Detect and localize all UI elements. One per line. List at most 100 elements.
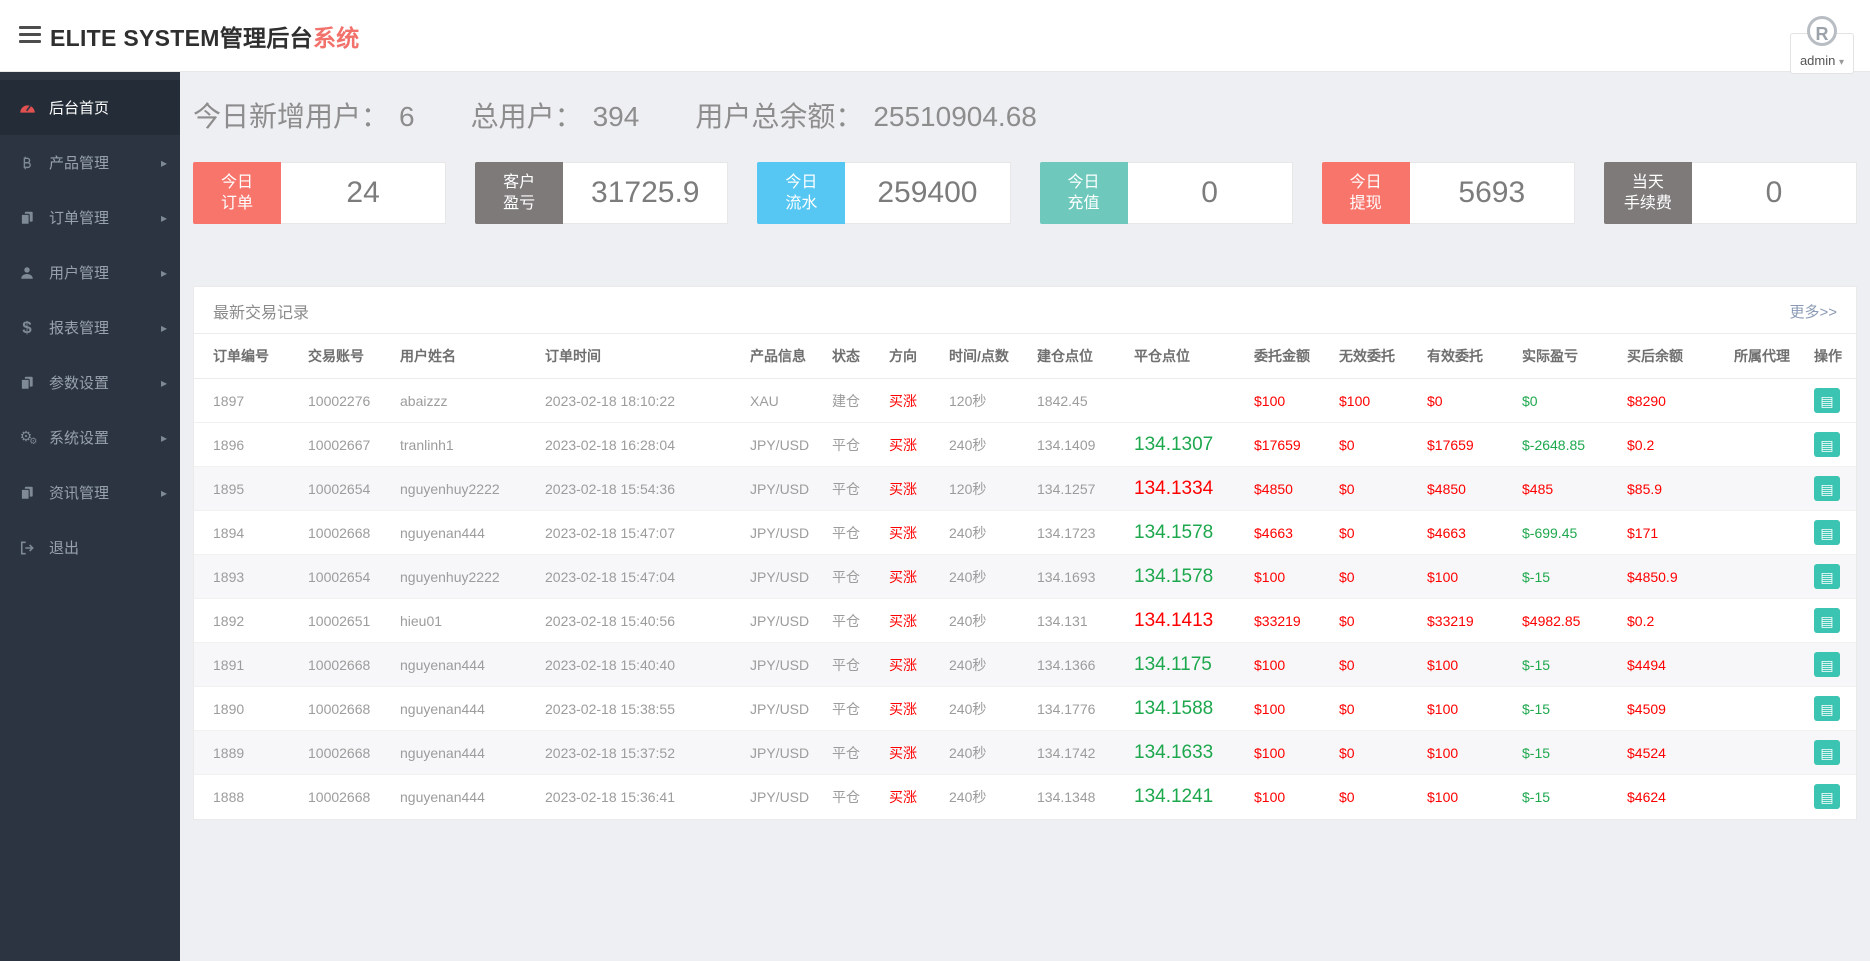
main-content: 今日新增用户： 6 总用户： 394 用户总余额： 25510904.68 今日 订单 24 客… — [180, 72, 1870, 961]
dashboard-icon — [16, 99, 38, 116]
cell-direction: 买涨 — [870, 686, 930, 731]
cell-account: 10002668 — [289, 730, 381, 775]
cell-open: 134.1693 — [1018, 554, 1115, 599]
table-row: 1895 10002654 nguyenhuy2222 2023-02-18 15:5… — [194, 466, 1856, 511]
cell-account: 10002276 — [308, 392, 371, 409]
cell-balance: $0.2 — [1608, 598, 1715, 643]
stat-card-today_withdraw: 今日 提现 5693 — [1321, 162, 1575, 224]
cell-close: 134.1578 — [1115, 510, 1235, 555]
chevron-right-icon: ▸ — [160, 155, 167, 170]
sidebar-item-orders[interactable]: 订单管理 ▸ — [0, 190, 180, 245]
table-header-row: 订单编号 交易账号 用户姓名 订单时间 产品信息 状态 方向 时间/点数 建仓点位 平仓点位 委托金… — [194, 333, 1856, 379]
sidebar-item-news[interactable]: 资讯管理 ▸ — [0, 465, 180, 520]
cell-action: ▤ — [1795, 466, 1856, 511]
panel-title: 最新交易记录 — [213, 305, 310, 322]
sidebar-item-reports[interactable]: $ 报表管理 ▸ — [0, 300, 180, 355]
chevron-right-icon: ▸ — [160, 265, 167, 280]
cell-time: 2023-02-18 15:38:55 — [526, 686, 731, 731]
cell-status: 建仓 — [832, 392, 860, 409]
sidebar-item-users[interactable]: 用户管理 ▸ — [0, 245, 180, 300]
cell-invalid: $0 — [1320, 774, 1408, 819]
files-icon — [16, 211, 38, 225]
row-detail-button[interactable]: ▤ — [1814, 520, 1840, 545]
cell-account: 10002668 — [289, 774, 381, 819]
cell-amount: $100 — [1254, 392, 1286, 409]
cell-open: 134.131 — [1018, 598, 1115, 643]
cell-order_id: 1895 — [194, 466, 289, 511]
more-link[interactable]: 更多>> — [1789, 301, 1837, 322]
row-detail-button[interactable]: ▤ — [1814, 608, 1840, 633]
user-menu[interactable]: R admin ▾ — [1790, 16, 1854, 74]
list-icon: ▤ — [1820, 612, 1834, 629]
cell-account: 10002651 — [289, 598, 381, 643]
cell-status: 平仓 — [813, 598, 870, 643]
sidebar-item-label: 资讯管理 — [49, 485, 110, 502]
row-detail-button[interactable]: ▤ — [1814, 652, 1840, 677]
cell-action: ▤ — [1795, 554, 1856, 599]
cell-agent — [1715, 379, 1795, 423]
cell-valid: $100 — [1408, 730, 1503, 775]
cell-open: 134.1348 — [1018, 774, 1115, 819]
cell-amount: $100 — [1235, 554, 1320, 599]
cell-time: 2023-02-18 15:36:41 — [526, 774, 731, 819]
row-detail-button[interactable]: ▤ — [1814, 740, 1840, 765]
cell-profit: $-15 — [1503, 642, 1608, 687]
cell-order_id: 1897 — [213, 392, 245, 409]
bitcoin-icon — [16, 156, 38, 170]
cell-valid: $100 — [1408, 642, 1503, 687]
cell-open: 134.1257 — [1018, 466, 1115, 511]
table-row: 1891 10002668 nguyenan444 2023-02-18 15:40:… — [194, 642, 1856, 687]
cell-duration: 240秒 — [930, 686, 1018, 731]
row-detail-button[interactable]: ▤ — [1814, 388, 1840, 413]
cell-amount: $17659 — [1235, 422, 1320, 467]
cell-name: nguyenan444 — [381, 730, 526, 775]
chevron-right-icon: ▸ — [160, 210, 167, 225]
sidebar-item-products[interactable]: 产品管理 ▸ — [0, 135, 180, 190]
summary-total_users: 总用户： 394 — [471, 95, 640, 135]
column-header: 订单时间 — [526, 333, 731, 379]
cell-direction: 买涨 — [870, 774, 930, 819]
cell-amount: $33219 — [1235, 598, 1320, 643]
cell-valid: $0 — [1427, 392, 1443, 409]
sidebar-item-logout[interactable]: 退出 — [0, 520, 180, 575]
cell-account: 10002668 — [289, 686, 381, 731]
column-header: 无效委托 — [1320, 333, 1408, 379]
table-row: 1889 10002668 nguyenan444 2023-02-18 15:37:… — [194, 730, 1856, 775]
column-header: 状态 — [813, 333, 870, 379]
row-detail-button[interactable]: ▤ — [1814, 476, 1840, 501]
cell-open: 134.1742 — [1018, 730, 1115, 775]
sidebar-item-params[interactable]: 参数设置 ▸ — [0, 355, 180, 410]
cell-action: ▤ — [1795, 422, 1856, 467]
cell-direction: 买涨 — [870, 466, 930, 511]
column-header: 实际盈亏 — [1503, 333, 1608, 379]
cell-open: 134.1776 — [1018, 686, 1115, 731]
table-row: 1896 10002667 tranlinh1 2023-02-18 16:28:04… — [194, 422, 1856, 467]
sidebar-item-system[interactable]: ⚙⚙ 系统设置 ▸ — [0, 410, 180, 465]
cell-product: JPY/USD — [731, 730, 813, 775]
chevron-right-icon: ▸ — [160, 375, 167, 390]
cell-duration: 240秒 — [930, 510, 1018, 555]
row-detail-button[interactable]: ▤ — [1814, 564, 1840, 589]
dollar-icon: $ — [22, 317, 32, 337]
table-row: 1890 10002668 nguyenan444 2023-02-18 15:38:… — [194, 686, 1856, 731]
cell-invalid: $0 — [1320, 466, 1408, 511]
cell-time: 2023-02-18 16:28:04 — [526, 422, 731, 467]
cell-direction: 买涨 — [870, 554, 930, 599]
cell-amount: $100 — [1235, 774, 1320, 819]
cell-order_id: 1892 — [194, 598, 289, 643]
hamburger-menu-icon[interactable] — [19, 26, 41, 47]
list-icon: ▤ — [1820, 480, 1834, 497]
cell-agent — [1715, 422, 1795, 467]
row-detail-button[interactable]: ▤ — [1814, 784, 1840, 810]
column-header: 方向 — [870, 333, 930, 379]
cell-invalid: $0 — [1320, 642, 1408, 687]
sidebar-item-label: 后台首页 — [49, 100, 110, 117]
sidebar-item-home[interactable]: 后台首页 — [0, 80, 180, 135]
cell-balance: $8290 — [1627, 392, 1666, 409]
gears-icon: ⚙⚙ — [19, 428, 38, 446]
row-detail-button[interactable]: ▤ — [1814, 696, 1840, 721]
cell-close: 134.1413 — [1115, 598, 1235, 643]
row-detail-button[interactable]: ▤ — [1814, 432, 1840, 457]
top-header: ELITE SYSTEM管理后台系统 R admin ▾ — [0, 0, 1870, 74]
stat-card-value: 0 — [1691, 162, 1858, 224]
